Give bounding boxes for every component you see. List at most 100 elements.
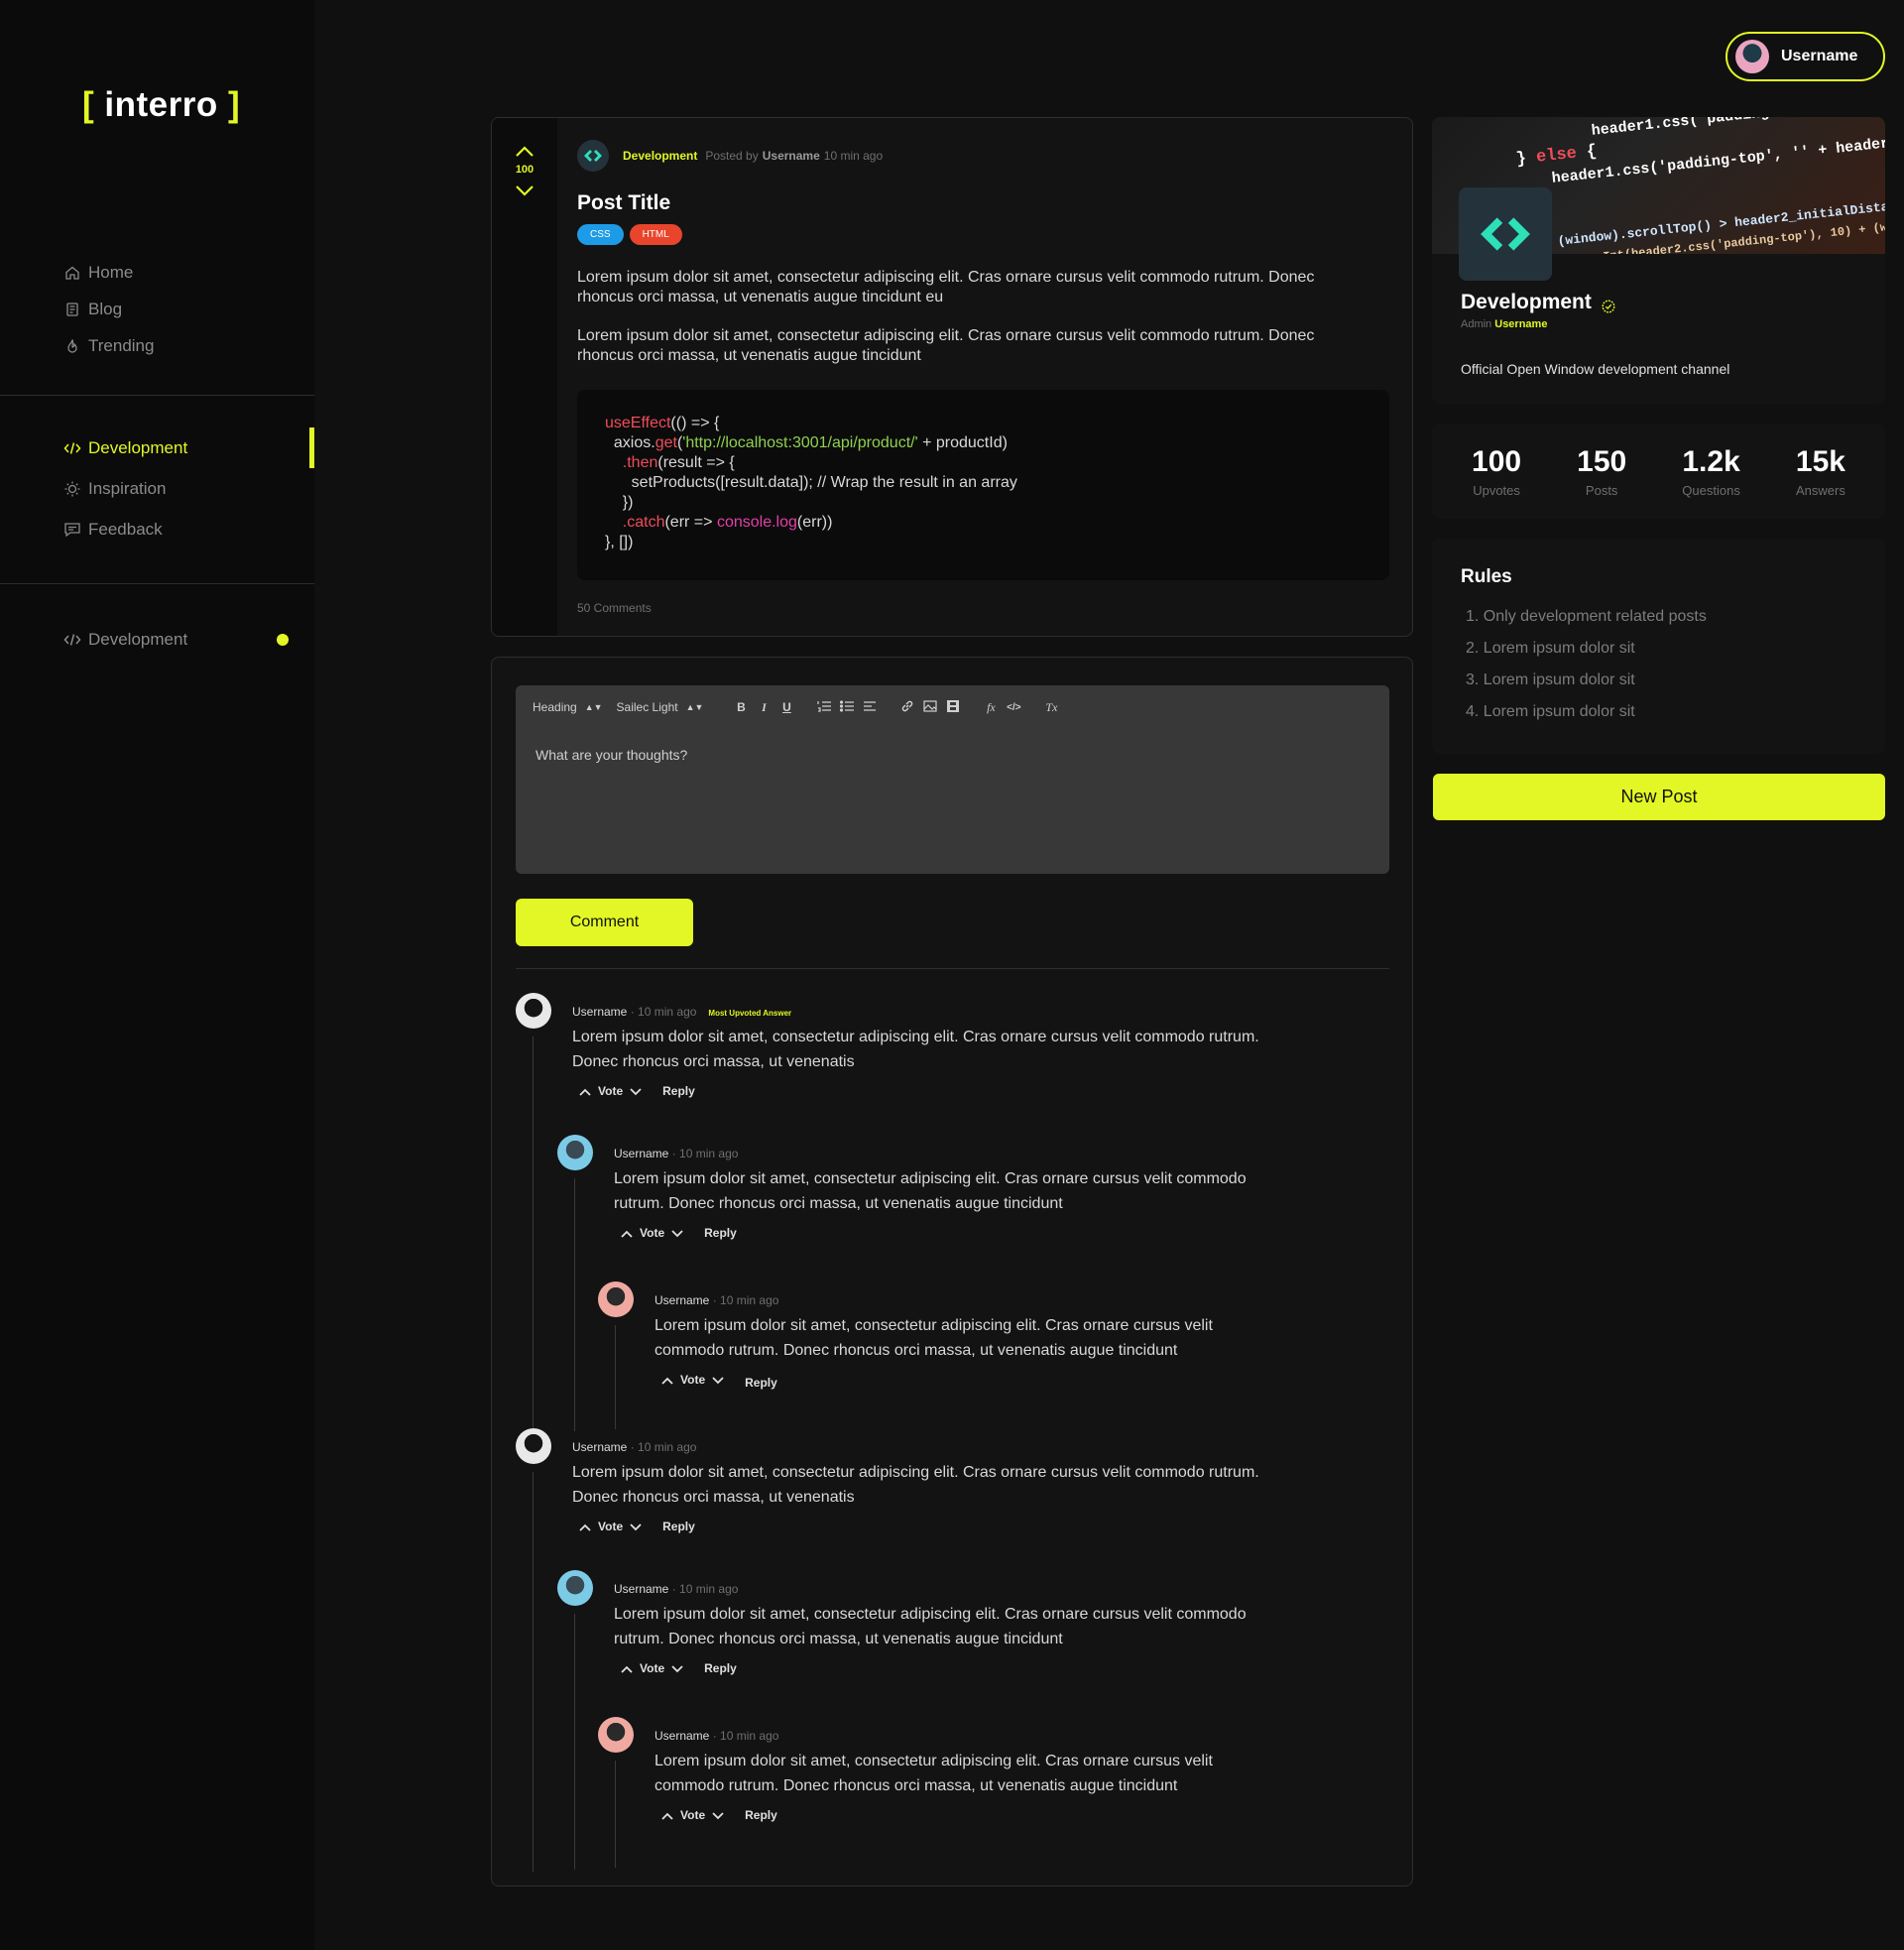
comment-line: Donec rhoncus orci massa, ut venenatis bbox=[572, 1489, 855, 1506]
formula-icon[interactable]: fx bbox=[982, 700, 1000, 715]
downvote-icon[interactable] bbox=[629, 1522, 643, 1531]
underline-icon[interactable]: U bbox=[777, 700, 795, 714]
code-line: .then(result => { bbox=[622, 454, 735, 471]
bold-icon[interactable]: B bbox=[732, 700, 750, 714]
tag-html[interactable]: HTML bbox=[629, 224, 682, 245]
comment-time: 10 min ago bbox=[638, 1440, 697, 1454]
thread-line[interactable] bbox=[574, 1614, 575, 1870]
sidebar-item-home[interactable]: Home bbox=[61, 254, 314, 291]
admin-username[interactable]: Username bbox=[1494, 318, 1547, 330]
downvote-icon[interactable] bbox=[629, 1086, 643, 1096]
reply-button[interactable]: Reply bbox=[704, 1226, 737, 1240]
upvote-icon[interactable] bbox=[660, 1375, 674, 1385]
channel-logo-icon[interactable] bbox=[577, 140, 609, 172]
code-icon bbox=[61, 629, 83, 651]
italic-icon[interactable]: I bbox=[755, 700, 773, 715]
ordered-list-icon[interactable] bbox=[815, 700, 833, 715]
avatar[interactable] bbox=[598, 1281, 634, 1317]
sidebar-divider bbox=[0, 395, 314, 396]
downvote-icon[interactable] bbox=[711, 1810, 725, 1820]
downvote-icon[interactable] bbox=[711, 1375, 725, 1385]
comment-line: Lorem ipsum dolor sit amet, consectetur … bbox=[614, 1170, 1247, 1187]
comment-line: commodo rutrum. Donec rhoncus orci massa… bbox=[654, 1342, 1178, 1359]
sidebar-item-joined-development[interactable]: Development bbox=[61, 621, 314, 658]
upvote-icon[interactable] bbox=[660, 1810, 674, 1820]
reply-button[interactable]: Reply bbox=[745, 1808, 777, 1822]
verified-icon bbox=[1602, 296, 1615, 313]
stat-posts: 150 Posts bbox=[1577, 445, 1626, 498]
downvote-icon[interactable] bbox=[670, 1228, 684, 1238]
comment-username[interactable]: Username bbox=[654, 1729, 709, 1743]
bullet-list-icon[interactable] bbox=[838, 699, 856, 715]
comment-username[interactable]: Username bbox=[572, 1005, 627, 1019]
vote-label: Vote bbox=[640, 1226, 665, 1240]
post-comments-count[interactable]: 50 Comments bbox=[577, 601, 652, 615]
thread-line[interactable] bbox=[533, 1036, 534, 1433]
trending-icon bbox=[61, 335, 83, 357]
channel-stats: 100 Upvotes 150 Posts 1.2k Questions 15k Ans… bbox=[1432, 424, 1885, 519]
comment-input[interactable]: What are your thoughts? bbox=[536, 747, 687, 763]
downvote-icon[interactable] bbox=[670, 1663, 684, 1673]
comment-username[interactable]: Username bbox=[614, 1147, 668, 1160]
video-icon[interactable] bbox=[944, 699, 962, 715]
upvote-icon[interactable] bbox=[578, 1086, 592, 1096]
comment-username[interactable]: Username bbox=[614, 1582, 668, 1596]
sidebar-item-inspiration[interactable]: Inspiration bbox=[61, 470, 314, 507]
font-select[interactable]: Sailec Light ▲▼ bbox=[617, 700, 704, 714]
new-post-button[interactable]: New Post bbox=[1433, 774, 1885, 820]
upvote-icon[interactable] bbox=[515, 145, 535, 159]
blog-icon bbox=[61, 299, 83, 320]
user-menu-button[interactable]: Username bbox=[1726, 32, 1885, 81]
upvote-icon[interactable] bbox=[620, 1228, 634, 1238]
sidebar-item-feedback[interactable]: Feedback bbox=[61, 511, 314, 548]
tag-css[interactable]: CSS bbox=[577, 224, 624, 245]
most-upvoted-badge: Most Upvoted Answer bbox=[708, 1009, 792, 1018]
rules-title: Rules bbox=[1461, 566, 1512, 587]
post-title[interactable]: Post Title bbox=[577, 191, 670, 215]
sidebar-item-blog[interactable]: Blog bbox=[61, 291, 314, 327]
comment-username[interactable]: Username bbox=[654, 1293, 709, 1307]
thread-line[interactable] bbox=[533, 1472, 534, 1872]
heading-select[interactable]: Heading ▲▼ bbox=[533, 700, 603, 714]
thread-line[interactable] bbox=[574, 1178, 575, 1431]
thread-line[interactable] bbox=[615, 1761, 616, 1868]
avatar[interactable] bbox=[598, 1717, 634, 1753]
link-icon[interactable] bbox=[898, 699, 916, 716]
comment-button[interactable]: Comment bbox=[516, 899, 693, 946]
downvote-icon[interactable] bbox=[515, 183, 535, 197]
post-channel-link[interactable]: Development bbox=[623, 149, 697, 163]
comment-line: Donec rhoncus orci massa, ut venenatis bbox=[572, 1053, 855, 1070]
comment-line: commodo rutrum. Donec rhoncus orci massa… bbox=[654, 1777, 1178, 1794]
avatar[interactable] bbox=[516, 1428, 551, 1464]
code-view-icon[interactable]: </> bbox=[1005, 702, 1022, 713]
upvote-icon[interactable] bbox=[620, 1663, 634, 1673]
stat-label: Posts bbox=[1585, 482, 1618, 498]
avatar[interactable] bbox=[516, 993, 551, 1029]
comment-time: 10 min ago bbox=[720, 1729, 779, 1743]
logo[interactable]: [ interro ] bbox=[82, 85, 240, 125]
comment-username[interactable]: Username bbox=[572, 1440, 627, 1454]
sidebar-divider bbox=[0, 583, 314, 584]
clear-format-icon[interactable]: Tx bbox=[1042, 700, 1060, 715]
avatar[interactable] bbox=[557, 1570, 593, 1606]
sidebar-item-trending[interactable]: Trending bbox=[61, 327, 314, 364]
thread-line[interactable] bbox=[615, 1325, 616, 1429]
post-author-link[interactable]: Username bbox=[763, 149, 820, 163]
avatar[interactable] bbox=[557, 1135, 593, 1170]
reply-button[interactable]: Reply bbox=[745, 1376, 777, 1390]
sidebar-item-development[interactable]: Development bbox=[61, 427, 314, 468]
reply-button[interactable]: Reply bbox=[662, 1520, 695, 1533]
channel-name: Development bbox=[1461, 291, 1615, 314]
comment-actions: Vote Reply bbox=[614, 1661, 737, 1675]
code-line: .catch(err => console.log(err)) bbox=[622, 514, 833, 531]
comment-header: Username · 10 min ago bbox=[654, 1293, 779, 1307]
upvote-icon[interactable] bbox=[578, 1522, 592, 1531]
channel-logo-icon[interactable] bbox=[1459, 187, 1552, 281]
comment-editor[interactable]: Heading ▲▼ Sailec Light ▲▼ B I U fx </> Tx… bbox=[516, 685, 1389, 874]
reply-button[interactable]: Reply bbox=[704, 1661, 737, 1675]
comment-text: Lorem ipsum dolor sit amet, consectetur … bbox=[614, 1602, 1247, 1651]
comment-time: 10 min ago bbox=[679, 1147, 739, 1160]
reply-button[interactable]: Reply bbox=[662, 1084, 695, 1098]
image-icon[interactable] bbox=[921, 699, 939, 715]
align-icon[interactable] bbox=[861, 700, 879, 715]
